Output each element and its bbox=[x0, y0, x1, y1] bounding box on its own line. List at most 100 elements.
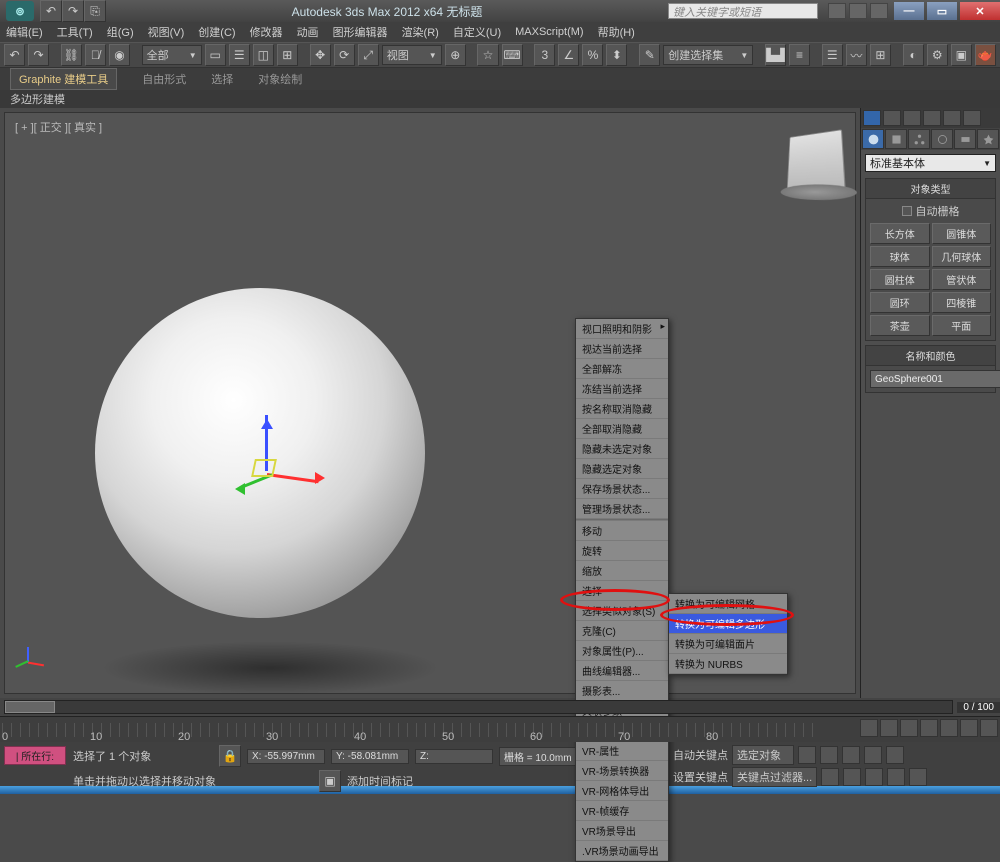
viewcube[interactable] bbox=[787, 129, 846, 190]
manip-btn[interactable]: ☆ bbox=[477, 44, 498, 66]
play-btn[interactable] bbox=[842, 746, 860, 764]
render-setup-btn[interactable]: ⚙ bbox=[927, 44, 948, 66]
prim-box[interactable]: 长方体 bbox=[870, 223, 930, 244]
ribbon-tab-graphite[interactable]: Graphite 建模工具 bbox=[10, 68, 117, 90]
ctx-item[interactable]: VR-场景转换器 bbox=[576, 761, 668, 781]
track-btn[interactable] bbox=[900, 719, 918, 737]
keyfilter-btn[interactable]: 关键点过滤器... bbox=[732, 767, 817, 787]
prim-cone[interactable]: 圆锥体 bbox=[932, 223, 992, 244]
goto-start-btn[interactable] bbox=[798, 746, 816, 764]
ctx-item[interactable]: 视口照明和阴影 bbox=[576, 319, 668, 339]
coord-y[interactable]: Y: -58.081mm bbox=[331, 749, 409, 764]
qat-btn[interactable]: ↶ bbox=[40, 0, 62, 22]
ribbon-tab-freeform[interactable]: 自由形式 bbox=[142, 71, 186, 87]
modify-tab[interactable] bbox=[885, 129, 907, 149]
help-icon[interactable] bbox=[828, 3, 846, 19]
menu-group[interactable]: 组(G) bbox=[107, 24, 134, 40]
redo-btn[interactable]: ↷ bbox=[28, 44, 49, 66]
ctx-item[interactable]: 隐藏选定对象 bbox=[576, 459, 668, 479]
rollout-header[interactable]: 名称和颜色 bbox=[866, 346, 995, 366]
info-icon[interactable] bbox=[870, 3, 888, 19]
named-sel-set[interactable]: 创建选择集▼ bbox=[663, 45, 753, 65]
qat-btn[interactable]: ↷ bbox=[62, 0, 84, 22]
layers-btn[interactable]: ☰ bbox=[822, 44, 843, 66]
ctx-item[interactable]: VR-网格体导出 bbox=[576, 781, 668, 801]
pivot-btn[interactable]: ⊕ bbox=[445, 44, 466, 66]
ctx-item[interactable]: .VR场景动画导出 bbox=[576, 841, 668, 861]
time-scrollbar[interactable] bbox=[4, 700, 953, 714]
spinner-snap-btn[interactable]: ⬍ bbox=[606, 44, 627, 66]
setkey-btn[interactable]: 设置关键点 bbox=[673, 769, 728, 785]
create-tab[interactable] bbox=[862, 129, 884, 149]
menu-grapheditors[interactable]: 图形编辑器 bbox=[333, 24, 388, 40]
motion-tab[interactable] bbox=[931, 129, 953, 149]
link-btn[interactable]: ⛓ bbox=[61, 44, 82, 66]
display-tab[interactable] bbox=[954, 129, 976, 149]
help-search[interactable]: 键入关键字或短语 bbox=[668, 3, 818, 19]
select-region-btn[interactable]: ◫ bbox=[253, 44, 274, 66]
time-slider-thumb[interactable] bbox=[5, 701, 55, 713]
track-btn[interactable] bbox=[940, 719, 958, 737]
ribbon-tab-paint[interactable]: 对象绘制 bbox=[258, 71, 302, 87]
ctx-item[interactable]: 管理场景状态... bbox=[576, 499, 668, 519]
ctx-item[interactable]: VR场景导出 bbox=[576, 821, 668, 841]
material-editor-btn[interactable]: ◐ bbox=[903, 44, 924, 66]
prim-tube[interactable]: 管状体 bbox=[932, 269, 992, 290]
rotate-btn[interactable]: ⟳ bbox=[334, 44, 355, 66]
prim-pyramid[interactable]: 四棱锥 bbox=[932, 292, 992, 313]
primitive-category[interactable]: 标准基本体▼ bbox=[865, 154, 996, 172]
ctx-item[interactable]: 视达当前选择 bbox=[576, 339, 668, 359]
menu-customize[interactable]: 自定义(U) bbox=[453, 24, 501, 40]
align-btn[interactable]: ≡ bbox=[789, 44, 810, 66]
display-icon[interactable] bbox=[923, 110, 941, 126]
prim-cylinder[interactable]: 圆柱体 bbox=[870, 269, 930, 290]
ctx-item[interactable]: 移动 bbox=[576, 521, 668, 541]
track-btn[interactable] bbox=[960, 719, 978, 737]
app-icon[interactable]: ⊚ bbox=[6, 1, 34, 21]
menu-animation[interactable]: 动画 bbox=[297, 24, 319, 40]
qat-btn[interactable]: ⎘ bbox=[84, 0, 106, 22]
isolate-icon[interactable]: ▣ bbox=[319, 770, 341, 792]
ctx-item[interactable]: VR-帧缓存 bbox=[576, 801, 668, 821]
render-fb-btn[interactable]: ▣ bbox=[951, 44, 972, 66]
ctx-item[interactable]: 缩放 bbox=[576, 561, 668, 581]
prim-teapot[interactable]: 茶壶 bbox=[870, 315, 930, 336]
ctx-item[interactable]: 保存场景状态... bbox=[576, 479, 668, 499]
ribbon-panel[interactable]: 多边形建模 bbox=[10, 91, 65, 107]
menu-create[interactable]: 创建(C) bbox=[198, 24, 235, 40]
ctx-item[interactable]: 冻结当前选择 bbox=[576, 379, 668, 399]
percent-snap-btn[interactable]: % bbox=[582, 44, 603, 66]
ref-coord[interactable]: 视图▼ bbox=[382, 45, 442, 65]
ctx-item[interactable]: VR-属性 bbox=[576, 741, 668, 761]
angle-snap-btn[interactable]: ∠ bbox=[558, 44, 579, 66]
ctx-item[interactable]: 摄影表... bbox=[576, 681, 668, 701]
prev-frame-btn[interactable] bbox=[820, 746, 838, 764]
minimize-button[interactable]: — bbox=[894, 2, 924, 20]
display-icon[interactable] bbox=[883, 110, 901, 126]
ctx-item[interactable]: 按名称取消隐藏 bbox=[576, 399, 668, 419]
menu-maxscript[interactable]: MAXScript(M) bbox=[515, 26, 583, 38]
ctx-item[interactable]: 隐藏未选定对象 bbox=[576, 439, 668, 459]
track-btn[interactable] bbox=[920, 719, 938, 737]
menu-modifiers[interactable]: 修改器 bbox=[250, 24, 283, 40]
ctx-item[interactable]: 旋转 bbox=[576, 541, 668, 561]
display-icon[interactable] bbox=[863, 110, 881, 126]
autogrid-checkbox[interactable] bbox=[902, 206, 912, 216]
rollout-header[interactable]: 对象类型 bbox=[866, 179, 995, 199]
menu-edit[interactable]: 编辑(E) bbox=[6, 24, 43, 40]
hierarchy-tab[interactable] bbox=[908, 129, 930, 149]
curve-editor-btn[interactable]: 〰 bbox=[846, 44, 867, 66]
sub-item[interactable]: 转换为 NURBS bbox=[669, 654, 787, 674]
timetag-label[interactable]: 添加时间标记 bbox=[347, 773, 413, 789]
close-button[interactable]: ✕ bbox=[960, 2, 1000, 20]
selection-filter[interactable]: 全部▼ bbox=[142, 45, 202, 65]
menu-rendering[interactable]: 渲染(R) bbox=[402, 24, 439, 40]
scale-btn[interactable]: ⤢ bbox=[358, 44, 379, 66]
sub-item[interactable]: 转换为可编辑网格 bbox=[669, 594, 787, 614]
display-icon[interactable] bbox=[963, 110, 981, 126]
track-btn[interactable] bbox=[860, 719, 878, 737]
keymode-btn[interactable]: ⌨ bbox=[502, 44, 523, 66]
editset-btn[interactable]: ✎ bbox=[639, 44, 660, 66]
ctx-item[interactable]: 全部解冻 bbox=[576, 359, 668, 379]
goto-end-btn[interactable] bbox=[886, 746, 904, 764]
